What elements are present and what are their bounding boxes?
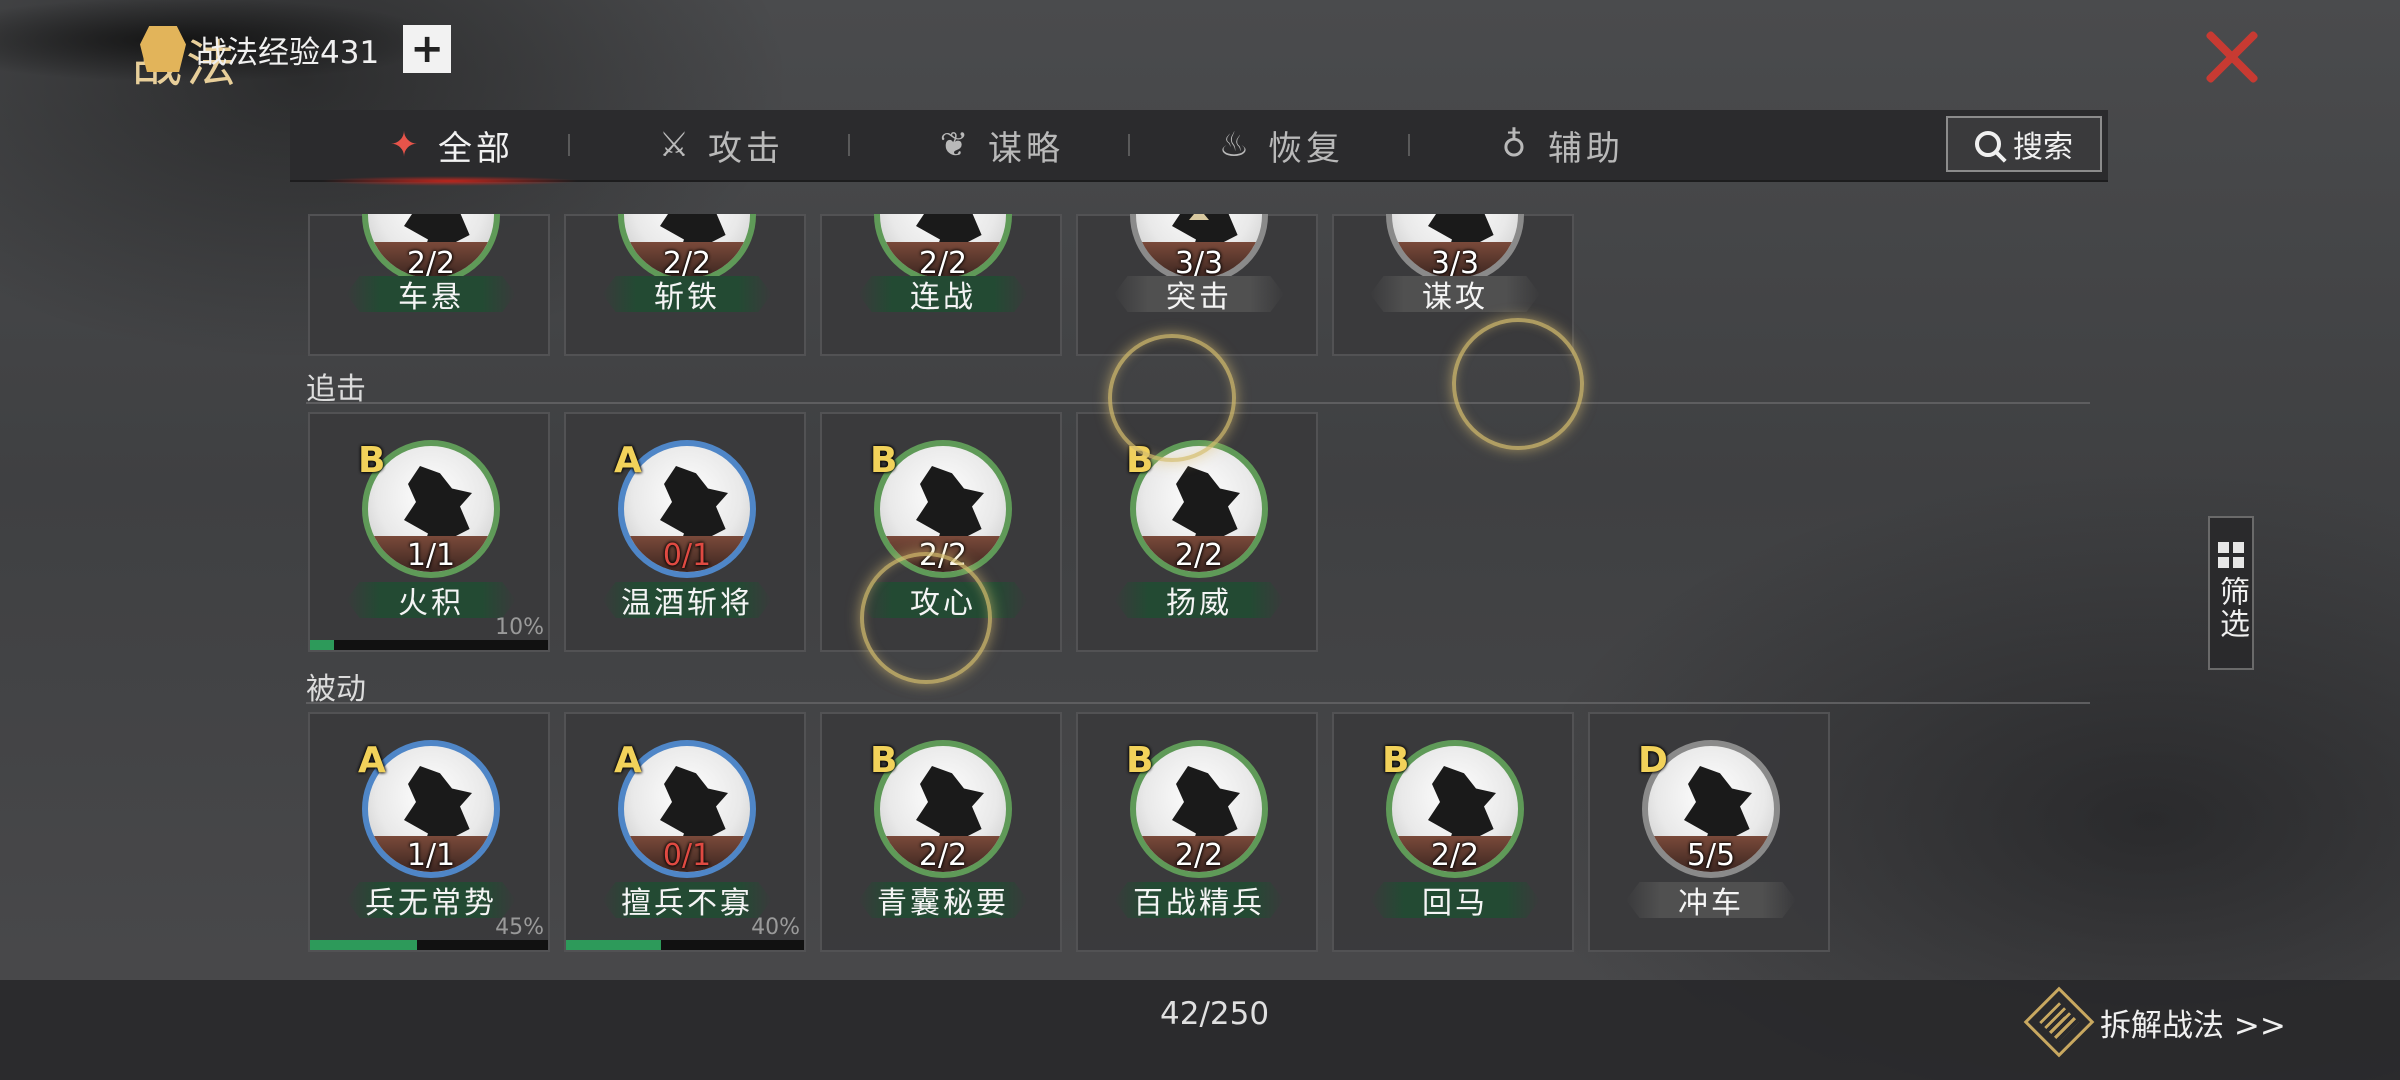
tactic-name: 连战 xyxy=(858,276,1028,312)
progress-bar xyxy=(566,940,804,950)
tactic-name: 擅兵不寡 xyxy=(602,882,772,918)
tactic-name: 回马 xyxy=(1370,882,1540,918)
tactic-count: 2/2 xyxy=(918,246,968,281)
grade-badge: B xyxy=(358,440,386,481)
exp-label: 战法经验431 xyxy=(196,34,380,71)
grade-badge: B xyxy=(870,740,898,781)
tab-divider xyxy=(1128,134,1130,156)
filter-button[interactable]: 筛选 xyxy=(2208,516,2254,670)
tab-strategy[interactable]: ❦ 谋略 xyxy=(860,110,1140,180)
tactic-card[interactable]: 3/3 突击 xyxy=(1076,214,1318,356)
tactic-card[interactable]: D 5/5 冲车 xyxy=(1588,712,1830,952)
crossed-swords-icon: ⚔ xyxy=(658,125,694,165)
tactic-count: 1/1 xyxy=(406,838,456,873)
tab-bar: ✦ 全部 ⚔ 攻击 ❦ 谋略 ♨ 恢复 ♁ 辅助 搜索 xyxy=(290,110,2108,186)
search-label: 搜索 xyxy=(2013,130,2073,165)
filter-label: 筛选 xyxy=(2214,576,2249,640)
tactic-count: 2/2 xyxy=(406,246,456,281)
glow-ring-effect xyxy=(1108,334,1236,462)
tab-label: 攻击 xyxy=(708,128,784,169)
tab-all[interactable]: ✦ 全部 xyxy=(310,110,590,186)
tactic-name: 车悬 xyxy=(346,276,516,312)
fist-icon xyxy=(140,26,186,72)
up-arrow-icon xyxy=(1189,214,1209,220)
tactic-card[interactable]: B 1/1 火积 10% xyxy=(308,412,550,652)
tactic-card[interactable]: A 1/1 兵无常势 45% xyxy=(308,712,550,952)
tactic-count: 2/2 xyxy=(1174,838,1224,873)
grade-badge: A xyxy=(614,440,642,481)
teapot-icon: ♨ xyxy=(1218,125,1254,165)
tactics-list[interactable]: 2/2 车悬 2/2 斩铁 2/2 连战 3/3 突击 3/3 谋攻 追击 B … xyxy=(290,214,2090,954)
tactic-name: 斩铁 xyxy=(602,276,772,312)
tactic-count: 2/2 xyxy=(918,838,968,873)
tactic-count: 3/3 xyxy=(1430,246,1480,281)
grade-badge: B xyxy=(870,440,898,481)
add-exp-button[interactable]: + xyxy=(403,25,452,73)
progress-percent: 40% xyxy=(751,915,800,940)
tactic-count: 5/5 xyxy=(1686,838,1736,873)
tab-support[interactable]: ♁ 辅助 xyxy=(1420,110,1700,180)
progress-percent: 10% xyxy=(495,615,544,640)
tactic-count: 1/1 xyxy=(406,538,456,573)
tab-divider xyxy=(568,134,570,156)
tab-divider xyxy=(848,134,850,156)
scroll-icon: ✦ xyxy=(389,125,423,165)
tactic-card[interactable]: B 2/2 回马 xyxy=(1332,712,1574,952)
tactic-card[interactable]: B 2/2 青囊秘要 xyxy=(820,712,1062,952)
tab-label: 辅助 xyxy=(1548,128,1624,169)
grade-badge: A xyxy=(358,740,386,781)
grade-badge: B xyxy=(1382,740,1410,781)
tactic-name: 百战精兵 xyxy=(1114,882,1284,918)
tab-recover[interactable]: ♨ 恢复 xyxy=(1140,110,1420,180)
grade-badge: B xyxy=(1126,740,1154,781)
glow-ring-effect xyxy=(860,552,992,684)
close-icon[interactable] xyxy=(2202,26,2262,86)
tactic-count: 2/2 xyxy=(1430,838,1480,873)
tactic-count: 2/2 xyxy=(1174,538,1224,573)
tactic-card[interactable]: 2/2 斩铁 xyxy=(564,214,806,356)
tactic-name: 兵无常势 xyxy=(346,882,516,918)
tactic-name: 火积 xyxy=(346,582,516,618)
tactic-card[interactable]: A 0/1 擅兵不寡 40% xyxy=(564,712,806,952)
progress-bar xyxy=(310,640,548,650)
section-divider xyxy=(306,702,2090,704)
search-icon xyxy=(1975,131,2001,157)
tactic-name: 温酒斩将 xyxy=(602,582,772,618)
tab-label: 全部 xyxy=(438,128,514,169)
tactic-card[interactable]: B 2/2 百战精兵 xyxy=(1076,712,1318,952)
tab-label: 恢复 xyxy=(1268,128,1344,169)
fan-icon: ❦ xyxy=(939,125,973,165)
tactic-name: 谋攻 xyxy=(1370,276,1540,312)
tactic-card[interactable]: 2/2 连战 xyxy=(820,214,1062,356)
tactic-name: 青囊秘要 xyxy=(858,882,1028,918)
tactic-count: 3/3 xyxy=(1174,246,1224,281)
glow-ring-effect xyxy=(1452,318,1584,450)
dismantle-label: 拆解战法 >> xyxy=(2100,1007,2286,1044)
tab-divider xyxy=(1408,134,1410,156)
tactic-name: 突击 xyxy=(1114,276,1284,312)
tactic-exp: 战法经验431 + xyxy=(140,20,452,78)
tactic-count: 0/1 xyxy=(662,538,712,573)
progress-percent: 45% xyxy=(495,915,544,940)
tab-attack[interactable]: ⚔ 攻击 xyxy=(580,110,860,180)
search-button[interactable]: 搜索 xyxy=(1946,116,2102,172)
progress-bar xyxy=(310,940,548,950)
grade-badge: A xyxy=(614,740,642,781)
dismantle-button[interactable]: 拆解战法 >> xyxy=(2023,986,2286,1058)
tactic-count: 2/2 xyxy=(662,246,712,281)
tab-label: 谋略 xyxy=(988,128,1064,169)
grid-icon xyxy=(2218,542,2244,568)
dismantle-icon xyxy=(2023,986,2095,1058)
tactic-count: 0/1 xyxy=(662,838,712,873)
tactic-card[interactable]: 2/2 车悬 xyxy=(308,214,550,356)
grade-badge: D xyxy=(1638,740,1668,781)
pouch-icon: ♁ xyxy=(1501,125,1531,165)
tactic-name: 扬威 xyxy=(1114,582,1284,618)
tactic-capacity: 42/250 xyxy=(1160,996,1270,1032)
tactic-name: 冲车 xyxy=(1626,882,1796,918)
tactic-card[interactable]: A 0/1 温酒斩将 xyxy=(564,412,806,652)
